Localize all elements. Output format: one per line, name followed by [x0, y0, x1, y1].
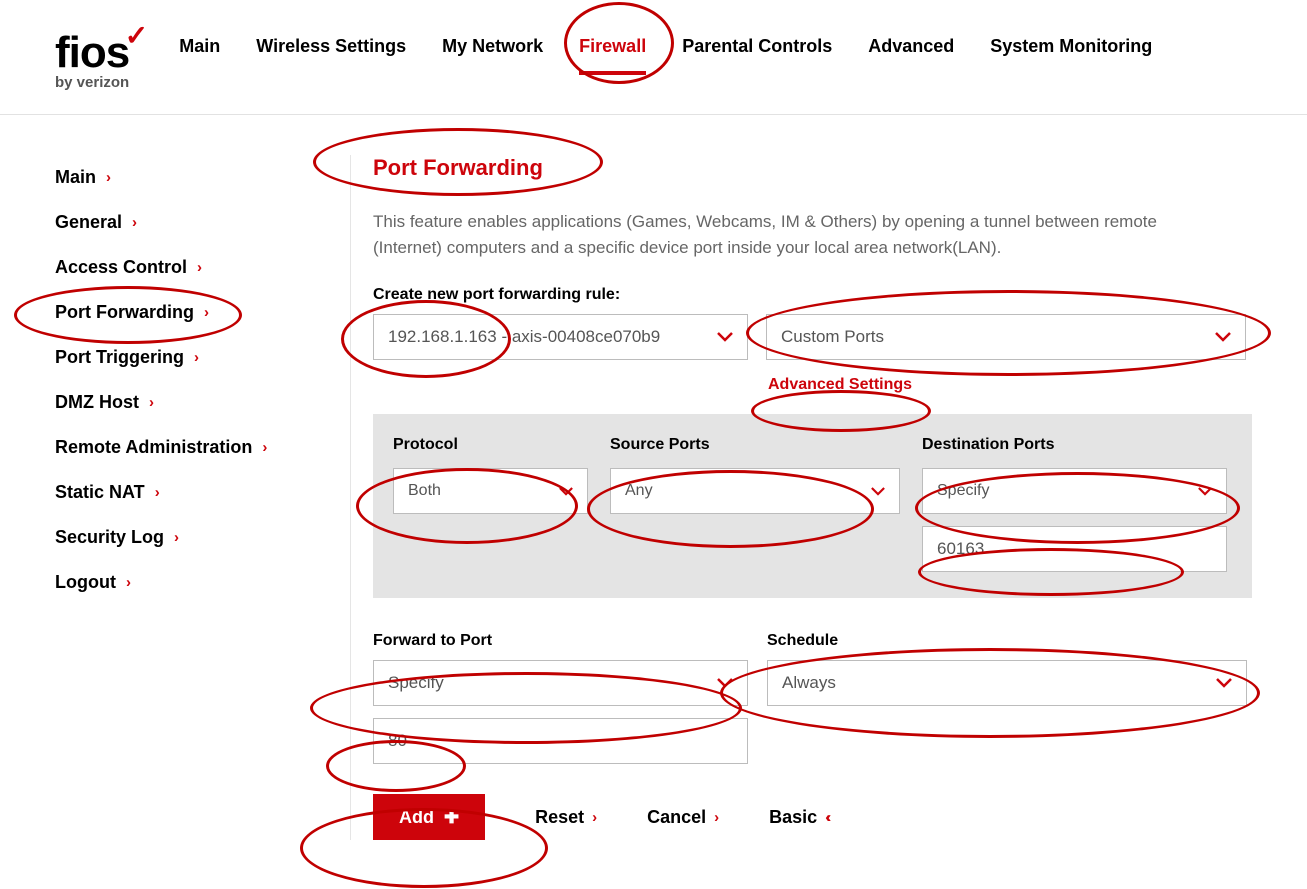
nav-parental-controls[interactable]: Parental Controls: [682, 36, 832, 69]
chevron-down-icon: [559, 487, 573, 496]
schedule-value: Always: [782, 673, 836, 693]
chevron-right-icon: ›: [592, 809, 597, 826]
reset-label: Reset: [535, 807, 584, 828]
sidebar-item-label: Port Triggering: [55, 347, 184, 368]
chevron-down-icon: [717, 332, 733, 342]
protocol-select-value: Both: [408, 482, 441, 500]
nav-advanced[interactable]: Advanced: [868, 36, 954, 69]
schedule-select[interactable]: Always: [767, 660, 1247, 706]
sidebar-item-static-nat[interactable]: Static NAT ›: [55, 470, 285, 515]
sidebar-item-label: Access Control: [55, 257, 187, 278]
device-select[interactable]: 192.168.1.163 - axis-00408ce070b9: [373, 314, 748, 360]
check-icon: ✓: [125, 23, 147, 48]
logo-text: fios ✓: [55, 33, 129, 73]
chevron-down-icon: [1216, 678, 1232, 688]
protocol-panel: Protocol Both Source Ports Any Destinati…: [373, 414, 1252, 598]
application-select[interactable]: Custom Ports: [766, 314, 1246, 360]
chevron-right-icon: ›: [714, 809, 719, 826]
sidebar-item-port-triggering[interactable]: Port Triggering ›: [55, 335, 285, 380]
destination-port-input[interactable]: [922, 526, 1227, 572]
sidebar-item-security-log[interactable]: Security Log ›: [55, 515, 285, 560]
basic-button[interactable]: Basic ‹‹: [769, 807, 827, 828]
chevron-right-icon: ›: [155, 484, 160, 501]
nav-my-network[interactable]: My Network: [442, 36, 543, 69]
advanced-settings-link[interactable]: Advanced Settings: [768, 376, 912, 394]
source-ports-select[interactable]: Any: [610, 468, 900, 514]
forward-to-port-select[interactable]: Specify: [373, 660, 748, 706]
sidebar-item-remote-administration[interactable]: Remote Administration ›: [55, 425, 285, 470]
sidebar-item-logout[interactable]: Logout ›: [55, 560, 285, 605]
destination-ports-select[interactable]: Specify: [922, 468, 1227, 514]
schedule-label: Schedule: [767, 632, 1247, 650]
protocol-label: Protocol: [393, 436, 588, 454]
forward-to-port-input[interactable]: [373, 718, 748, 764]
sidebar-item-dmz-host[interactable]: DMZ Host ›: [55, 380, 285, 425]
add-button[interactable]: Add ✚: [373, 794, 485, 840]
nav-system-monitoring[interactable]: System Monitoring: [990, 36, 1152, 69]
reset-button[interactable]: Reset ›: [535, 807, 597, 828]
chevron-right-icon: ›: [126, 574, 131, 591]
sidebar-item-label: Port Forwarding: [55, 302, 194, 323]
forward-to-port-label: Forward to Port: [373, 632, 748, 650]
add-button-label: Add: [399, 807, 434, 828]
logo-subtext: by verizon: [55, 74, 129, 91]
logo-word: fios: [55, 28, 129, 77]
chevron-right-icon: ›: [174, 529, 179, 546]
page-title: Port Forwarding: [373, 155, 1252, 181]
source-ports-value: Any: [625, 482, 653, 500]
plus-icon: ✚: [444, 807, 459, 828]
chevron-right-icon: ›: [262, 439, 267, 456]
nav-main[interactable]: Main: [179, 36, 220, 69]
top-nav: Main Wireless Settings My Network Firewa…: [179, 36, 1152, 69]
chevron-right-icon: ›: [204, 304, 209, 321]
protocol-select[interactable]: Both: [393, 468, 588, 514]
cancel-label: Cancel: [647, 807, 706, 828]
sidebar-item-label: DMZ Host: [55, 392, 139, 413]
page-description: This feature enables applications (Games…: [373, 209, 1213, 260]
sidebar-item-label: General: [55, 212, 122, 233]
main-content: Port Forwarding This feature enables app…: [350, 155, 1252, 840]
action-bar: Add ✚ Reset › Cancel › Basic ‹‹: [373, 794, 1252, 840]
create-rule-label: Create new port forwarding rule:: [373, 286, 1252, 304]
chevron-down-icon: [717, 678, 733, 688]
sidebar-item-label: Logout: [55, 572, 116, 593]
device-select-value: 192.168.1.163 - axis-00408ce070b9: [388, 327, 660, 347]
cancel-button[interactable]: Cancel ›: [647, 807, 719, 828]
basic-label: Basic: [769, 807, 817, 828]
chevron-right-icon: ›: [106, 169, 111, 186]
sidebar-item-access-control[interactable]: Access Control ›: [55, 245, 285, 290]
chevron-left-double-icon: ‹‹: [825, 809, 827, 826]
sidebar-item-label: Static NAT: [55, 482, 145, 503]
sidebar-item-general[interactable]: General ›: [55, 200, 285, 245]
sidebar-item-main[interactable]: Main ›: [55, 155, 285, 200]
sidebar-item-label: Remote Administration: [55, 437, 252, 458]
top-bar: fios ✓ by verizon Main Wireless Settings…: [0, 0, 1307, 115]
chevron-right-icon: ›: [149, 394, 154, 411]
nav-wireless-settings[interactable]: Wireless Settings: [256, 36, 406, 69]
nav-firewall[interactable]: Firewall: [579, 36, 646, 69]
chevron-down-icon: [871, 487, 885, 496]
logo: fios ✓ by verizon: [55, 33, 129, 92]
sidebar-item-port-forwarding[interactable]: Port Forwarding ›: [55, 290, 285, 335]
layout: Main › General › Access Control › Port Forw…: [0, 115, 1307, 880]
destination-ports-value: Specify: [937, 482, 989, 500]
sidebar-item-label: Security Log: [55, 527, 164, 548]
chevron-right-icon: ›: [194, 349, 199, 366]
source-ports-label: Source Ports: [610, 436, 900, 454]
destination-ports-label: Destination Ports: [922, 436, 1227, 454]
forward-to-port-value: Specify: [388, 673, 444, 693]
chevron-right-icon: ›: [197, 259, 202, 276]
chevron-down-icon: [1198, 487, 1212, 496]
sidebar-item-label: Main: [55, 167, 96, 188]
sidebar: Main › General › Access Control › Port Forw…: [55, 155, 285, 840]
chevron-down-icon: [1215, 332, 1231, 342]
application-select-value: Custom Ports: [781, 327, 884, 347]
chevron-right-icon: ›: [132, 214, 137, 231]
